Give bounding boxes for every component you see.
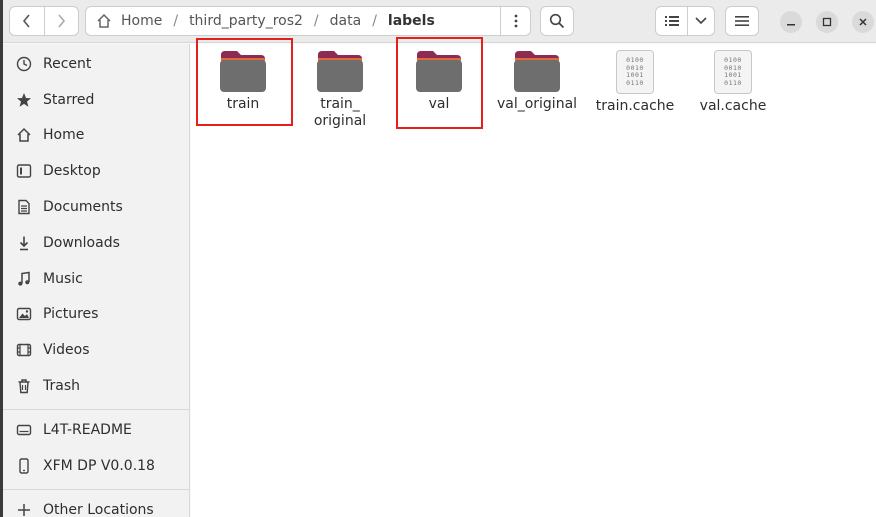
hamburger-menu-icon (735, 16, 749, 26)
highlight-box-val (396, 37, 483, 129)
breadcrumb-labels[interactable]: labels (385, 13, 438, 29)
path-menu-button[interactable] (500, 7, 530, 35)
file-view: train train_ original val val_original 0… (191, 37, 876, 517)
sidebar-item-label: L4T-README (43, 422, 132, 438)
chevron-down-icon (695, 17, 707, 25)
sidebar-item-xfm-dp[interactable]: XFM DP V0.0.18 (3, 449, 190, 483)
sidebar-item-documents[interactable]: Documents (3, 190, 190, 224)
sidebar-item-label: Documents (43, 199, 123, 215)
sidebar-item-label: Music (43, 271, 83, 287)
path-bar: Home / third_party_ros2 / data / labels (85, 6, 531, 36)
breadcrumb-third-party-ros2[interactable]: third_party_ros2 (186, 13, 306, 29)
file-name: train_ original (313, 96, 367, 129)
minimize-button[interactable] (780, 11, 802, 33)
sidebar-item-label: Home (43, 127, 85, 143)
forward-button[interactable] (43, 7, 79, 35)
clock-icon (15, 55, 33, 73)
breadcrumb-data[interactable]: data (327, 13, 365, 29)
documents-icon (15, 198, 33, 216)
file-item-val-cache[interactable]: 0100 0010 1001 0110 val.cache (685, 50, 781, 115)
star-icon (15, 91, 33, 109)
desktop-icon (15, 162, 33, 180)
file-name: train.cache (595, 98, 675, 114)
sidebar-item-trash[interactable]: Trash (3, 369, 190, 403)
trash-icon (15, 377, 33, 395)
binary-pattern: 0100 0010 1001 0110 (626, 56, 644, 87)
sidebar-item-home[interactable]: Home (3, 118, 190, 152)
breadcrumb-separator: / (173, 13, 179, 29)
videos-icon (15, 341, 33, 359)
plus-icon (15, 501, 33, 517)
sidebar-item-label: Pictures (43, 306, 99, 322)
view-options-button[interactable] (688, 7, 714, 35)
home-icon (96, 13, 112, 29)
maximize-icon (822, 17, 832, 27)
folder-icon (514, 51, 560, 92)
breadcrumb-separator: / (313, 13, 319, 29)
sidebar-item-label: Recent (43, 56, 92, 72)
sidebar-item-starred[interactable]: Starred (3, 83, 190, 117)
chevron-right-icon (58, 14, 66, 28)
folder-icon (317, 51, 363, 92)
kebab-menu-icon (514, 14, 517, 28)
sidebar-item-label: Trash (43, 378, 80, 394)
list-view-button[interactable] (656, 7, 688, 35)
music-icon (15, 270, 33, 288)
breadcrumb-home[interactable]: Home (118, 13, 165, 29)
sidebar-item-label: XFM DP V0.0.18 (43, 458, 155, 474)
sidebar-divider (3, 489, 190, 490)
breadcrumb-separator: / (372, 13, 377, 29)
file-item-train-cache[interactable]: 0100 0010 1001 0110 train.cache (587, 50, 683, 115)
folder-item-val-original[interactable]: val_original (489, 50, 585, 113)
nav-buttons (9, 6, 79, 36)
sidebar-item-pictures[interactable]: Pictures (3, 297, 190, 331)
highlight-box-train (196, 38, 293, 126)
sidebar-item-label: Desktop (43, 163, 101, 179)
home-icon (15, 126, 33, 144)
sidebar: Recent Starred Home Desktop Documents Do… (3, 44, 190, 517)
sidebar-divider (3, 409, 190, 410)
binary-file-icon: 0100 0010 1001 0110 (714, 50, 752, 94)
minimize-icon (787, 24, 795, 26)
search-icon (549, 13, 565, 29)
drive-icon (15, 421, 33, 439)
sidebar-item-other-locations[interactable]: Other Locations (3, 493, 190, 517)
download-icon (15, 234, 33, 252)
pictures-icon (15, 305, 33, 323)
close-icon (859, 18, 867, 26)
main-menu-button[interactable] (725, 6, 759, 36)
search-button[interactable] (540, 6, 574, 36)
binary-file-icon: 0100 0010 1001 0110 (616, 50, 654, 94)
binary-pattern: 0100 0010 1001 0110 (724, 56, 742, 87)
sidebar-item-desktop[interactable]: Desktop (3, 154, 190, 188)
sidebar-item-recent[interactable]: Recent (3, 47, 190, 81)
sidebar-item-label: Other Locations (43, 502, 154, 517)
sidebar-item-videos[interactable]: Videos (3, 333, 190, 367)
chevron-left-icon (22, 14, 30, 28)
sidebar-item-label: Videos (43, 342, 90, 358)
file-name: val.cache (699, 98, 767, 114)
sidebar-item-label: Starred (43, 92, 95, 108)
file-name: val_original (496, 96, 578, 112)
sidebar-item-l4t-readme[interactable]: L4T-README (3, 413, 190, 447)
maximize-button[interactable] (816, 11, 838, 33)
sidebar-item-music[interactable]: Music (3, 262, 190, 296)
sidebar-item-downloads[interactable]: Downloads (3, 226, 190, 260)
phone-icon (15, 457, 33, 475)
close-button[interactable] (852, 11, 874, 33)
view-toggle-group (655, 6, 715, 36)
folder-item-train-original[interactable]: train_ original (292, 50, 388, 130)
sidebar-item-label: Downloads (43, 235, 120, 251)
back-button[interactable] (10, 7, 44, 35)
list-view-icon (664, 16, 679, 26)
